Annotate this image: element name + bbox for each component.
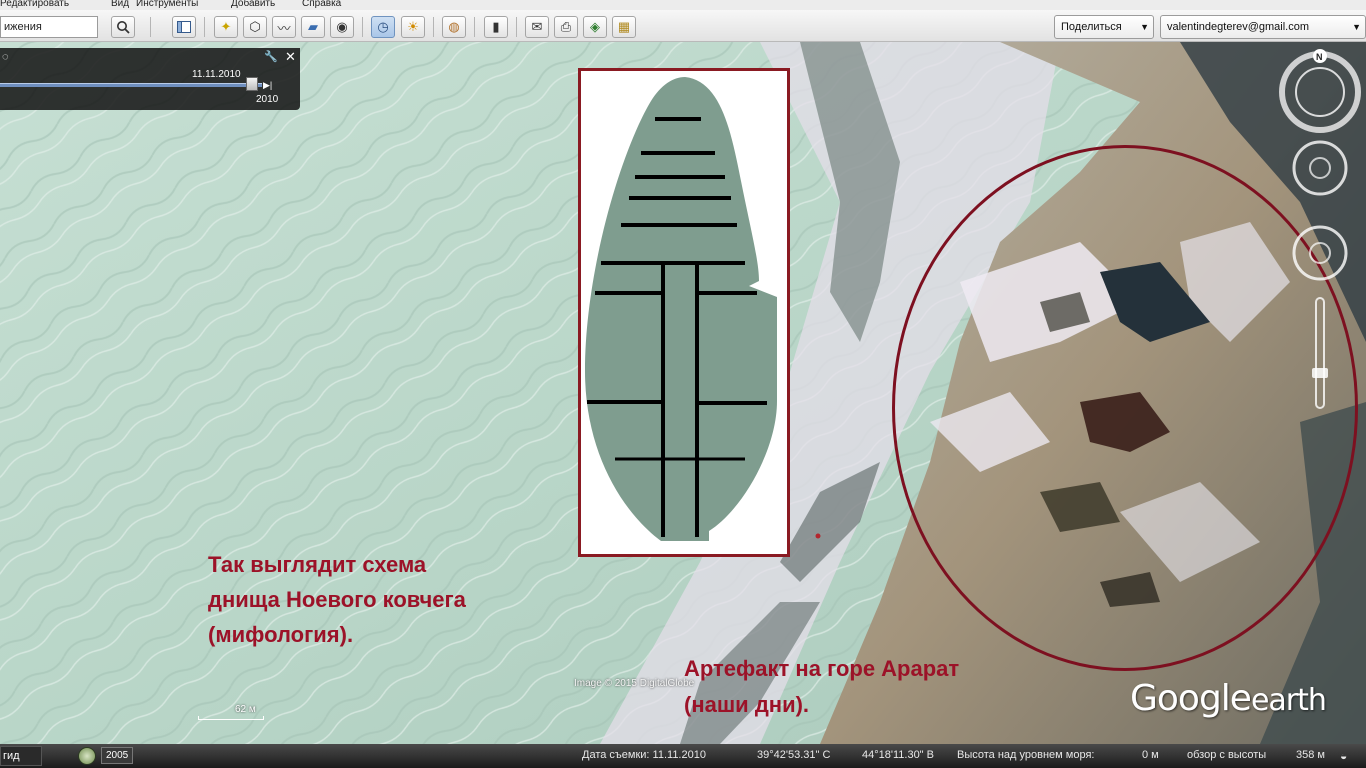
account-label: valentindegterev@gmail.com (1167, 21, 1310, 33)
ruler-button[interactable]: ▮ (484, 16, 508, 38)
diagram-caption: Так выглядит схема днища Ноевого ковчега… (208, 547, 466, 652)
add-overlay-button[interactable]: ▰ (301, 16, 325, 38)
hull-outline (585, 77, 777, 541)
overlay-icon: ▰ (308, 19, 318, 34)
polygon-icon: ⬡ (249, 19, 261, 34)
planets-button[interactable]: ◍ (442, 16, 466, 38)
ark-diagram (578, 68, 790, 557)
toolbar-separator (516, 17, 517, 37)
share-dropdown[interactable]: Поделиться ▼ (1054, 15, 1154, 39)
time-slider-track[interactable] (0, 83, 262, 87)
north-icon[interactable]: N (1316, 52, 1323, 62)
search-input[interactable]: ижения (0, 16, 98, 38)
historical-imagery-panel: ◌ 🔧 ✕ 11.11.2010 ▶| 2010 (0, 48, 300, 110)
caption-line: (мифология). (208, 622, 354, 647)
sun-icon: ☀ (407, 19, 419, 34)
chevron-down-icon: ▼ (1352, 22, 1361, 32)
menu-bar: Редактировать Вид Инструменты Добавить С… (0, 0, 1366, 10)
menu-edit[interactable]: Редактировать (0, 0, 69, 9)
status-bar: гид 2005 Дата съемки: 11.11.2010 39°42'5… (0, 744, 1366, 768)
latitude: 39°42'53.31" С (757, 749, 831, 761)
record-tour-button[interactable]: ◉ (330, 16, 354, 38)
menu-tools[interactable]: Инструменты (136, 0, 198, 9)
sidebar-icon (177, 21, 191, 33)
scale-label: 62 м (235, 704, 256, 715)
save-image-button[interactable]: ▦ (612, 16, 636, 38)
chevron-down-icon: ▼ (1140, 22, 1149, 32)
view-altitude-label: обзор с высоты (1187, 749, 1267, 761)
path-icon: 〰 (277, 20, 291, 36)
capture-date: Дата съемки: 11.11.2010 (582, 749, 706, 761)
caption-line: днища Ноевого ковчега (208, 587, 466, 612)
placemark-icon: ✦ (220, 19, 232, 34)
time-slider-end-year: 2010 (256, 94, 279, 105)
add-path-button[interactable]: 〰 (272, 16, 296, 38)
historical-imagery-button[interactable]: ◷ (371, 16, 395, 38)
sunlight-button[interactable]: ☀ (401, 16, 425, 38)
print-icon: ⎙ (560, 19, 572, 34)
toolbar: ижения ✦ ⬡ 〰 ▰ ◉ ◷ ☀ ◍ ▮ ✉ ⎙ ◈ ▦ Поделит… (0, 10, 1366, 42)
wrench-icon[interactable]: 🔧 (264, 50, 278, 63)
sidebar-toggle-button[interactable] (172, 16, 196, 38)
zoom-slider[interactable] (1312, 297, 1328, 409)
logo-main: Google (1130, 678, 1252, 719)
search-icon (117, 21, 130, 34)
share-label: Поделиться (1061, 21, 1122, 33)
toolbar-separator (474, 17, 475, 37)
account-dropdown[interactable]: valentindegterev@gmail.com ▼ (1160, 15, 1366, 39)
ruler-icon: ▮ (492, 19, 500, 34)
email-icon: ✉ (531, 19, 543, 34)
time-slider-thumb[interactable] (246, 77, 258, 91)
print-button[interactable]: ⎙ (554, 16, 578, 38)
scale-bar (198, 716, 264, 720)
toolbar-separator (204, 17, 205, 37)
imagery-year: 2005 (101, 747, 134, 764)
add-placemark-button[interactable]: ✦ (214, 16, 238, 38)
image-icon: ▦ (617, 19, 631, 34)
tour-icon: ◉ (336, 19, 348, 34)
maps-icon: ◈ (590, 19, 600, 34)
caption-line: Так выглядит схема (208, 552, 427, 577)
guide-tab[interactable]: гид (0, 746, 42, 766)
time-slider-date: 11.11.2010 (192, 69, 241, 80)
caption-line: Артефакт на горе Арарат (684, 656, 960, 681)
artifact-marker (815, 533, 821, 539)
zoom-icon[interactable]: ◌ (2, 51, 9, 63)
toolbar-separator (433, 17, 434, 37)
add-polygon-button[interactable]: ⬡ (243, 16, 267, 38)
imagery-credit: Image © 2015 DigitalGlobe (574, 678, 695, 689)
logo-sub: earth (1250, 683, 1327, 718)
close-icon[interactable]: ✕ (285, 49, 296, 65)
menu-view[interactable]: Вид (111, 0, 129, 9)
caption-line: (наши дни). (684, 692, 810, 717)
altitude-label: Высота над уровнем моря: (957, 749, 1095, 761)
google-earth-logo: Googleearth (1130, 678, 1327, 719)
menu-add[interactable]: Добавить (231, 0, 275, 9)
navigation-controls: N (1276, 48, 1366, 428)
clock-icon: ◷ (377, 19, 389, 34)
historical-clock-icon[interactable] (78, 747, 96, 765)
view-altitude-value: 358 м (1296, 749, 1325, 761)
menu-help[interactable]: Справка (302, 0, 341, 9)
streaming-icon: ◒ (1340, 749, 1348, 763)
search-button[interactable] (111, 16, 135, 38)
move-joystick[interactable] (1292, 225, 1348, 281)
artifact-caption: Артефакт на горе Арарат (наши дни). (684, 651, 959, 723)
longitude: 44°18'11.30" В (862, 749, 934, 761)
look-joystick[interactable] (1292, 140, 1348, 196)
email-button[interactable]: ✉ (525, 16, 549, 38)
toolbar-separator (150, 17, 151, 37)
planet-icon: ◍ (448, 19, 460, 34)
view-in-maps-button[interactable]: ◈ (583, 16, 607, 38)
toolbar-separator (362, 17, 363, 37)
next-icon[interactable]: ▶| (263, 80, 272, 91)
ark-hull-schematic (585, 77, 777, 541)
altitude-value: 0 м (1142, 749, 1159, 761)
